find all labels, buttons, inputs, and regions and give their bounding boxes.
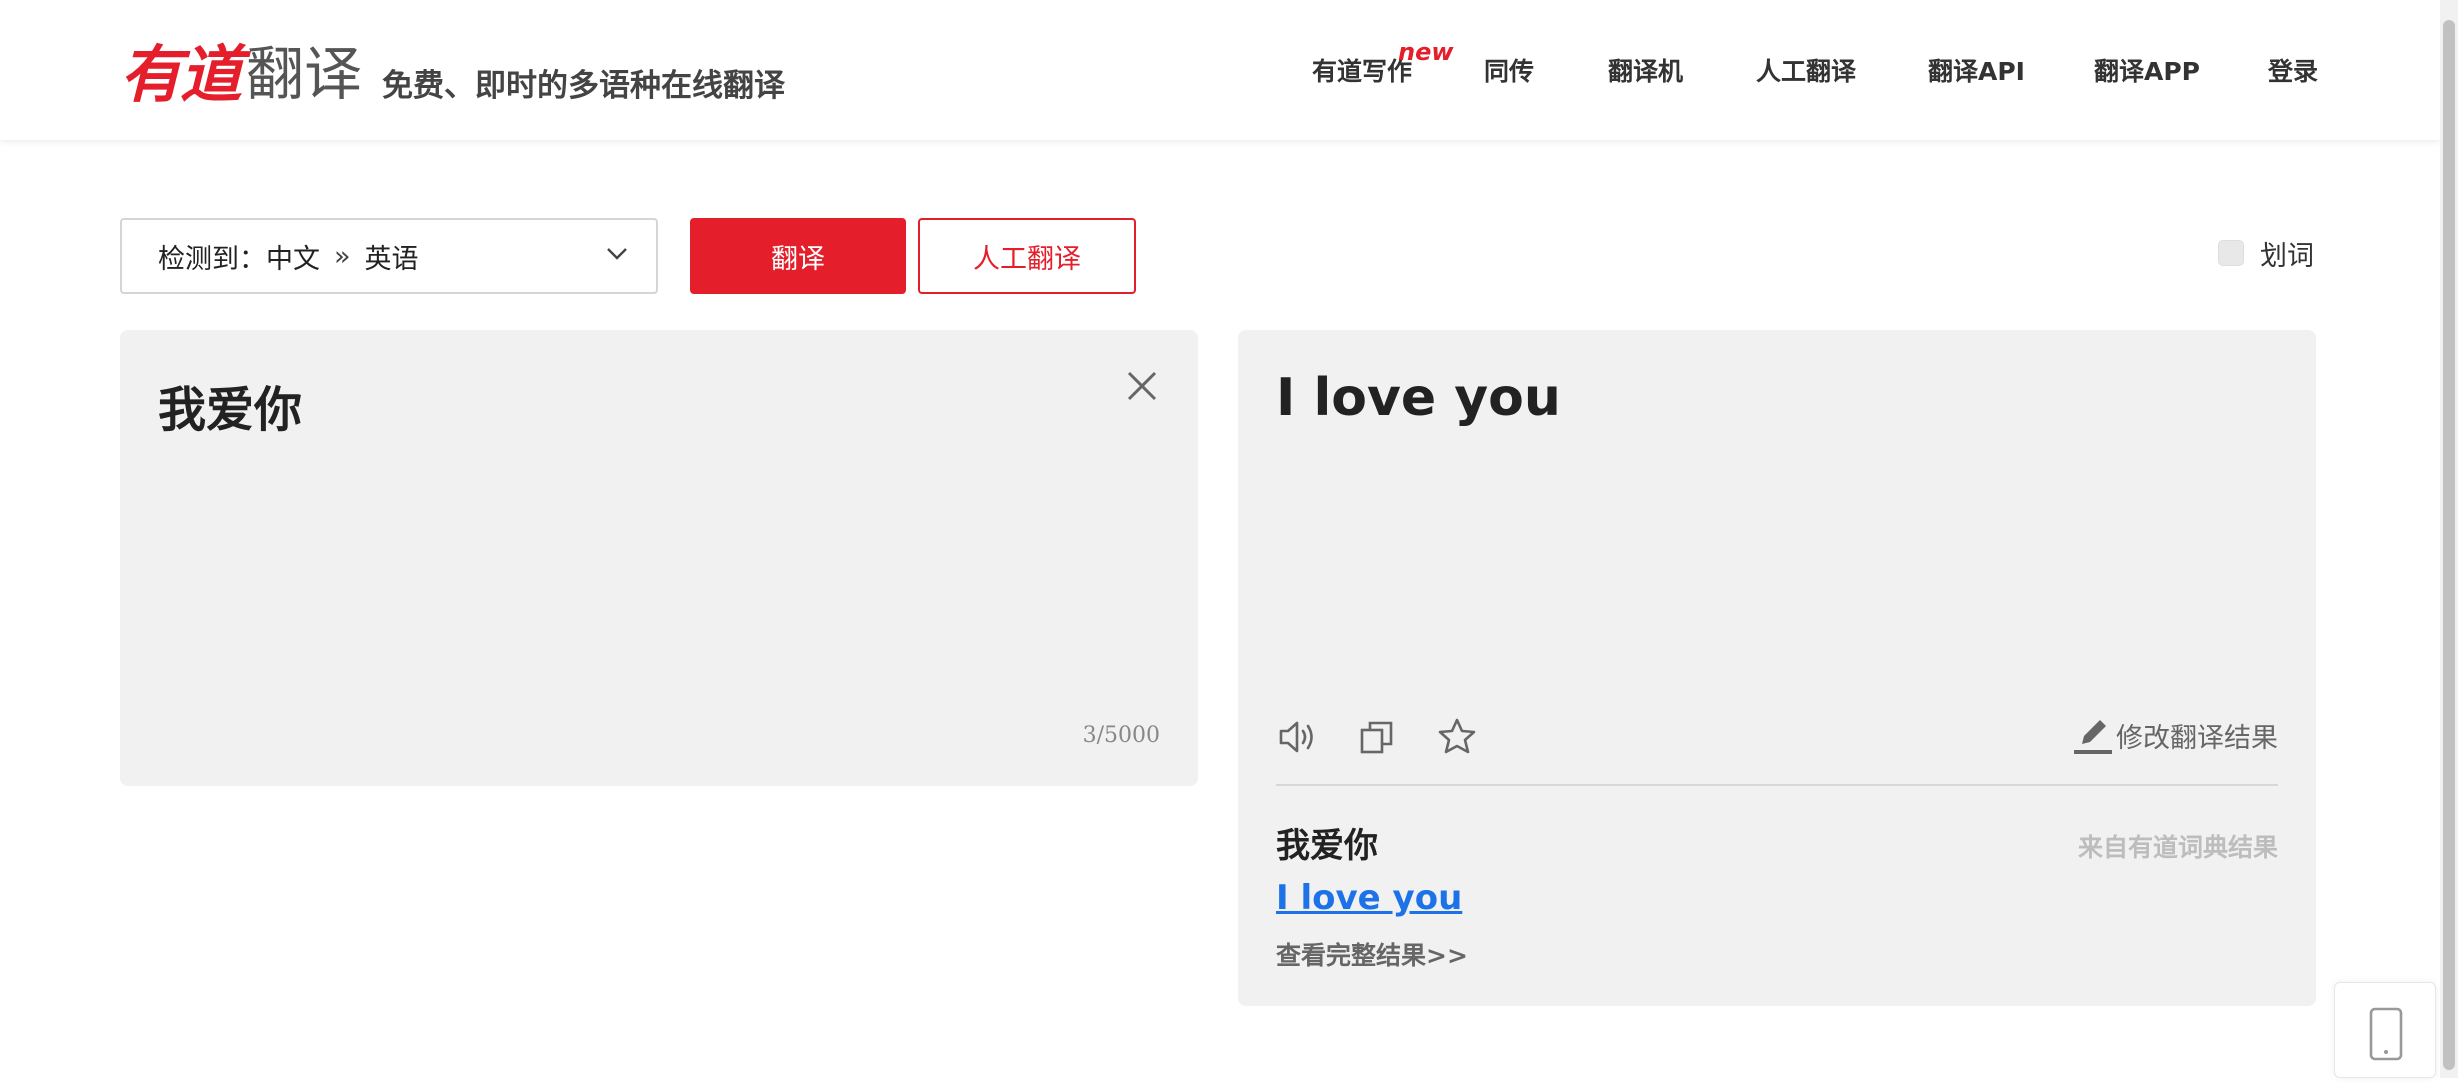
source-input[interactable]: 我爱你 [158,370,302,440]
mobile-app-widget[interactable] [2334,982,2436,1078]
translate-button[interactable]: 翻译 [690,218,906,294]
new-badge: new [1398,38,1454,66]
logo-brand-text: 有道 [120,38,242,111]
dict-word: 我爱你 [1276,826,1378,866]
dict-translation-link[interactable]: I love you [1276,878,1462,918]
word-select-checkbox[interactable] [2218,240,2244,266]
close-icon[interactable] [1124,368,1160,404]
language-detected: 检测到：中文 [158,243,320,275]
chevron-down-icon [607,248,627,260]
language-target: 英语 [364,243,419,275]
nav-human-translation[interactable]: 人工翻译 [1756,52,1856,88]
source-panel[interactable]: 我爱你 3/5000 [120,330,1198,786]
scrollbar-thumb[interactable] [2443,20,2455,1070]
copy-icon[interactable] [1356,716,1398,758]
slogan: 免费、即时的多语种在线翻译 [382,68,785,104]
nav-app[interactable]: 翻译APP [2094,52,2200,88]
divider [1276,784,2278,786]
nav-writing[interactable]: 有道写作 [1312,52,1412,88]
nav-login[interactable]: 登录 [2268,52,2318,88]
logo-product-text: 翻译 [246,40,363,108]
youdao-logo[interactable]: 有道 翻译 [120,34,362,111]
nav-interpretation[interactable]: 同传 [1484,52,1534,88]
language-separator: » [334,240,351,272]
char-counter: 3/5000 [1082,723,1160,748]
edit-translation-label: 修改翻译结果 [2116,722,2278,754]
result-panel: I love you 修改翻译结果 我爱你 来自有道词典结果 I love yo… [1238,330,2316,1006]
edit-translation-button[interactable]: 修改翻译结果 [2072,714,2278,756]
dict-source-label: 来自有道词典结果 [2077,833,2278,862]
speaker-icon[interactable] [1276,716,1318,758]
word-select-label: 划词 [2260,241,2314,272]
pencil-icon [2074,720,2112,754]
view-full-result-link[interactable]: 查看完整结果>> [1276,936,1468,972]
phone-icon [2369,1007,2403,1061]
top-header: 有道 翻译 免费、即时的多语种在线翻译 有道写作 new 同传 翻译机 人工翻译… [0,0,2440,140]
nav-api[interactable]: 翻译API [1928,52,2025,88]
page-scrollbar[interactable] [2440,0,2458,1078]
translation-result: I love you [1276,368,1561,428]
nav-device[interactable]: 翻译机 [1608,52,1683,88]
language-select[interactable]: 检测到：中文 » 英语 [120,218,658,294]
human-translate-button[interactable]: 人工翻译 [918,218,1136,294]
star-icon[interactable] [1436,716,1478,758]
